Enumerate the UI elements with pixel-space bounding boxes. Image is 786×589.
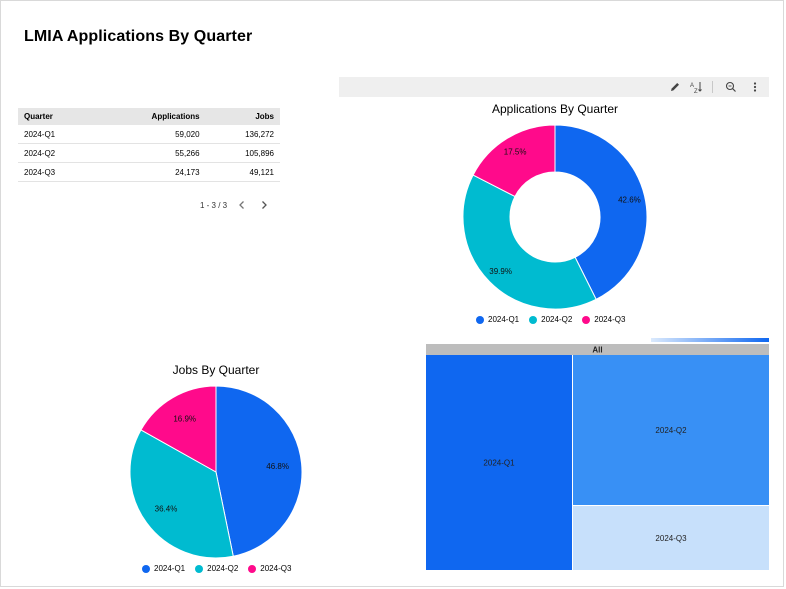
jobs-legend: 2024-Q1 2024-Q2 2024-Q3: [142, 564, 301, 573]
table-cell: 2024-Q3: [18, 162, 97, 182]
legend-item-q1[interactable]: 2024-Q1: [476, 315, 519, 324]
more-vert-icon[interactable]: [748, 80, 762, 94]
column-header-quarter[interactable]: Quarter: [18, 108, 97, 125]
svg-text:Z: Z: [694, 89, 698, 94]
applications-chart-title: Applications By Quarter: [491, 102, 619, 116]
quarter-table: Quarter Applications Jobs 2024-Q1 59,020…: [18, 108, 280, 182]
legend-item-q2[interactable]: 2024-Q2: [195, 564, 238, 573]
slice-label: 39.9%: [489, 267, 512, 276]
legend-label: 2024-Q1: [154, 564, 186, 573]
table-cell: 49,121: [205, 162, 280, 182]
applications-donut-chart: 42.6% 39.9% 17.5%: [462, 124, 648, 310]
table-cell: 55,266: [96, 143, 206, 163]
chevron-right-icon: [262, 201, 268, 209]
legend-swatch: [529, 315, 538, 324]
next-page-button[interactable]: [257, 198, 271, 212]
legend-label: 2024-Q3: [594, 315, 626, 324]
legend-swatch: [195, 564, 204, 573]
legend-swatch: [476, 315, 484, 324]
column-header-applications[interactable]: Applications: [96, 108, 206, 125]
table-row[interactable]: 2024-Q1 59,020 136,272: [18, 125, 280, 144]
table-row[interactable]: 2024-Q3 24,173 49,121: [18, 162, 280, 182]
legend-swatch: [142, 564, 150, 573]
legend-label: 2024-Q3: [260, 564, 292, 573]
table-cell: 136,272: [205, 125, 280, 144]
table-header-row: Quarter Applications Jobs: [18, 108, 280, 125]
legend-item-q2[interactable]: 2024-Q2: [529, 315, 572, 324]
jobs-chart-title: Jobs By Quarter: [172, 363, 260, 377]
table-cell: 24,173: [96, 162, 206, 182]
table-cell: 105,896: [205, 143, 280, 163]
table-cell: 59,020: [96, 125, 206, 144]
treemap-cell-label: 2024-Q3: [655, 534, 687, 543]
chart-toolbar: A Z: [339, 77, 769, 97]
jobs-pie-chart: 46.8% 36.4% 16.9%: [129, 385, 303, 559]
legend-label: 2024-Q2: [541, 315, 573, 324]
pagination-label: 1 - 3 / 3: [200, 200, 228, 210]
slice-label: 36.4%: [155, 505, 178, 514]
treemap-root-label: All: [592, 346, 602, 355]
page-title: LMIA Applications By Quarter: [24, 28, 253, 45]
table-row[interactable]: 2024-Q2 55,266 105,896: [18, 143, 280, 163]
slice-label: 46.8%: [266, 462, 289, 471]
legend-label: 2024-Q1: [488, 315, 520, 324]
pie-slice[interactable]: [462, 174, 597, 310]
table-cell: 2024-Q1: [18, 125, 97, 144]
column-header-jobs[interactable]: Jobs: [205, 108, 280, 125]
treemap-chart: All 2024-Q1 2024-Q2 2024-Q3: [426, 344, 769, 570]
legend-item-q3[interactable]: 2024-Q3: [582, 315, 625, 324]
slice-label: 16.9%: [173, 415, 196, 424]
pie-slice[interactable]: [215, 385, 303, 557]
previous-page-button[interactable]: [235, 198, 249, 212]
legend-swatch: [582, 315, 591, 324]
treemap-cell-label: 2024-Q1: [483, 459, 515, 468]
treemap-color-scale: [651, 338, 769, 342]
treemap-cell-label: 2024-Q2: [655, 426, 687, 435]
legend-label: 2024-Q2: [207, 564, 239, 573]
table-pagination: 1 - 3 / 3: [200, 198, 271, 212]
pencil-icon[interactable]: [668, 80, 682, 94]
slice-label: 17.5%: [504, 148, 527, 157]
legend-item-q1[interactable]: 2024-Q1: [142, 564, 185, 573]
legend-swatch: [248, 564, 257, 573]
legend-item-q3[interactable]: 2024-Q3: [248, 564, 291, 573]
zoom-icon[interactable]: [724, 80, 738, 94]
chevron-left-icon: [239, 201, 245, 209]
table-cell: 2024-Q2: [18, 143, 97, 163]
applications-legend: 2024-Q1 2024-Q2 2024-Q3: [476, 315, 635, 324]
sort-az-icon[interactable]: A Z: [689, 80, 703, 95]
slice-label: 42.6%: [618, 195, 641, 204]
toolbar-divider: [712, 81, 713, 93]
